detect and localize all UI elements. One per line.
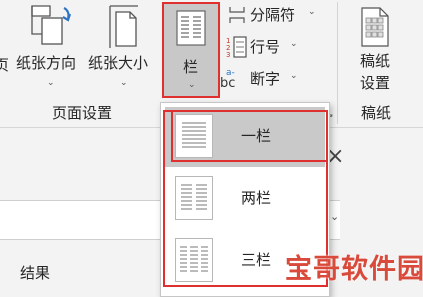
page-edge-label: 页: [0, 56, 10, 74]
hyphenation-chevron-icon: ⌄: [290, 71, 298, 81]
watermark: 宝哥软件园: [281, 249, 423, 291]
columns-chevron-icon: ⌄: [188, 80, 196, 90]
line-numbers-icon: 1 2 3: [226, 36, 247, 58]
line-numbers-button[interactable]: 1 2 3 行号 ⌄: [224, 36, 324, 60]
menu-item-two-columns[interactable]: 两栏: [165, 169, 325, 229]
svg-text:3: 3: [226, 51, 230, 58]
manuscript-label-line2: 设置: [360, 74, 391, 92]
menu-item-label: 一栏: [241, 127, 272, 145]
orientation-icon: [31, 5, 72, 45]
orientation-button[interactable]: 纸张方向 ⌄: [16, 0, 86, 100]
group-label-page-setup: 页面设置: [52, 104, 113, 122]
breaks-icon: [229, 7, 245, 23]
manuscript-icon: [361, 7, 389, 47]
paper-size-button[interactable]: 纸张大小 ⌄: [88, 0, 160, 100]
watermark-text: 宝哥软件园: [285, 254, 423, 285]
one-column-icon: [175, 114, 213, 158]
breaks-label: 分隔符: [250, 6, 296, 24]
orientation-label: 纸张方向: [16, 54, 77, 72]
menu-item-label: 三栏: [241, 251, 272, 269]
breaks-chevron-icon: ⌄: [308, 7, 316, 17]
hyphenation-label: 断字: [250, 70, 281, 88]
paper-size-chevron-icon: ⌄: [120, 78, 128, 88]
paper-size-label: 纸张大小: [88, 54, 149, 72]
columns-label: 栏: [183, 58, 199, 76]
line-numbers-label: 行号: [250, 38, 281, 56]
manuscript-settings-button[interactable]: 稿纸 设置: [346, 2, 410, 100]
columns-icon: [176, 10, 206, 46]
menu-item-one-column[interactable]: 一栏: [165, 107, 325, 167]
group-label-manuscript: 稿纸: [361, 104, 392, 122]
three-columns-icon: [175, 238, 213, 282]
columns-button[interactable]: 栏 ⌄: [162, 2, 220, 98]
line-numbers-chevron-icon: ⌄: [290, 39, 298, 49]
hyphenation-icon: a- bc: [220, 68, 236, 91]
field-chevron-icon[interactable]: ⌄: [330, 210, 339, 223]
result-label: 结果: [20, 264, 51, 282]
paper-size-icon: [109, 5, 138, 48]
hyphenation-button[interactable]: a- bc 断字 ⌄: [220, 68, 326, 94]
group-separator: [337, 2, 338, 124]
orientation-chevron-icon: ⌄: [47, 78, 55, 88]
menu-item-label: 两栏: [241, 189, 272, 207]
breaks-button[interactable]: 分隔符 ⌄: [224, 4, 324, 28]
manuscript-label-line1: 稿纸: [360, 52, 391, 70]
two-columns-icon: [175, 176, 213, 220]
